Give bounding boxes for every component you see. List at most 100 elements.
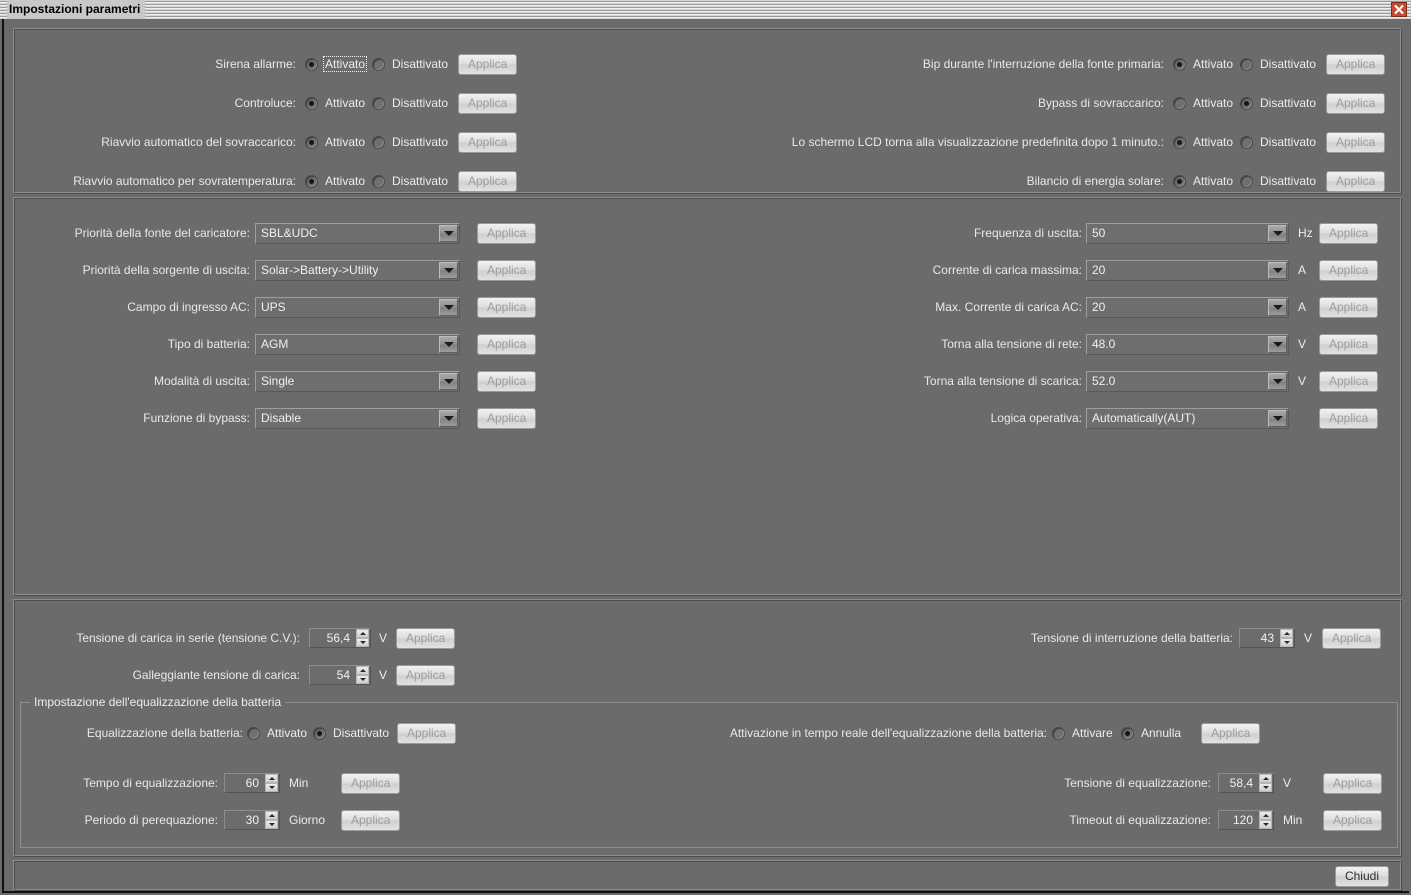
chevron-down-icon[interactable] [1268,224,1287,242]
select-left-2-combobox[interactable]: UPS [255,296,460,318]
select-right-2-combobox[interactable]: 20 [1086,296,1289,318]
toggle-left-2-on-radio-dot[interactable] [305,135,318,149]
eq-toggle-right-off-radio-dot[interactable] [1121,726,1134,740]
toggle-right-3-on-radio-dot[interactable] [1173,174,1186,188]
eq-toggle-left-off-radio-dot[interactable] [313,726,326,740]
toggle-right-1-off-radio-dot[interactable] [1240,96,1253,110]
apply-button[interactable]: Applica [1319,259,1379,281]
toggle-left-0-on-radio-dot[interactable] [305,57,318,71]
apply-button[interactable]: Applica [458,170,518,192]
apply-button[interactable]: Applica [1326,170,1386,192]
apply-button[interactable]: Applica [1326,92,1386,114]
chevron-down-icon[interactable] [439,372,458,390]
spinner-down-icon[interactable] [265,820,278,829]
chevron-down-icon[interactable] [1268,409,1287,427]
apply-button[interactable]: Applica [458,92,518,114]
eq-spin-right-1-spinner[interactable]: 120 [1218,810,1274,830]
select-left-3-combobox[interactable]: AGM [255,333,460,355]
select-right-3-combobox[interactable]: 48.0 [1086,333,1289,355]
apply-button[interactable]: Applica [1319,296,1379,318]
toggle-left-1-on-radio[interactable]: Attivato [305,95,367,111]
spinner-up-icon[interactable] [1280,629,1293,638]
toggle-right-3-off-radio-dot[interactable] [1240,174,1253,188]
select-left-1-combobox[interactable]: Solar->Battery->Utility [255,259,460,281]
eq-toggle-left-off-radio[interactable]: Disattivato [313,725,391,741]
eq-toggle-right-on-radio-dot[interactable] [1052,726,1065,740]
apply-button[interactable]: Applica [1319,222,1379,244]
toggle-left-2-off-radio[interactable]: Disattivato [372,134,450,150]
toggle-left-0-on-radio[interactable]: Attivato [305,56,368,72]
apply-button[interactable]: Applica [1319,407,1379,429]
spinner-up-icon[interactable] [1259,774,1272,783]
apply-button[interactable]: Applica [477,296,537,318]
toggle-left-3-on-radio[interactable]: Attivato [305,173,367,189]
toggle-right-1-on-radio-dot[interactable] [1173,96,1186,110]
chevron-down-icon[interactable] [439,335,458,353]
spinner-up-icon[interactable] [265,811,278,820]
apply-button[interactable]: Applica [458,131,518,153]
toggle-left-2-on-radio[interactable]: Attivato [305,134,367,150]
toggle-right-1-off-radio[interactable]: Disattivato [1240,95,1318,111]
toggle-left-1-off-radio-dot[interactable] [372,96,385,110]
spinner-down-icon[interactable] [356,638,369,647]
toggle-right-0-on-radio-dot[interactable] [1173,57,1186,71]
apply-button[interactable]: Applica [1319,333,1379,355]
toggle-left-1-on-radio-dot[interactable] [305,96,318,110]
apply-button[interactable]: Applica [1326,53,1386,75]
chevron-down-icon[interactable] [1268,372,1287,390]
select-right-4-combobox[interactable]: 52.0 [1086,370,1289,392]
toggle-left-0-off-radio[interactable]: Disattivato [372,56,450,72]
toggle-right-2-on-radio-dot[interactable] [1173,135,1186,149]
apply-button[interactable]: Applica [477,259,537,281]
spinner-down-icon[interactable] [1259,783,1272,792]
select-left-5-combobox[interactable]: Disable [255,407,460,429]
toggle-right-3-on-radio[interactable]: Attivato [1173,173,1235,189]
apply-button[interactable]: Applica [396,664,456,686]
spinner-up-icon[interactable] [1259,811,1272,820]
toggle-right-3-off-radio[interactable]: Disattivato [1240,173,1318,189]
eq-spin-left-1-spinner[interactable]: 30 [224,810,280,830]
toggle-left-1-off-radio[interactable]: Disattivato [372,95,450,111]
apply-button[interactable]: Applica [1201,722,1261,744]
eq-toggle-right-off-radio[interactable]: Annulla [1121,725,1183,741]
chevron-down-icon[interactable] [439,261,458,279]
toggle-right-2-off-radio[interactable]: Disattivato [1240,134,1318,150]
apply-button[interactable]: Applica [396,627,456,649]
chevron-down-icon[interactable] [439,224,458,242]
apply-button[interactable]: Applica [477,370,537,392]
apply-button[interactable]: Applica [1323,809,1383,831]
toggle-right-0-off-radio[interactable]: Disattivato [1240,56,1318,72]
apply-button[interactable]: Applica [1326,131,1386,153]
spinner-up-icon[interactable] [356,629,369,638]
apply-button[interactable]: Applica [1322,627,1382,649]
chevron-down-icon[interactable] [1268,298,1287,316]
apply-button[interactable]: Applica [1323,772,1383,794]
apply-button[interactable]: Applica [341,809,401,831]
apply-button[interactable]: Applica [477,222,537,244]
toggle-left-3-off-radio[interactable]: Disattivato [372,173,450,189]
toggle-left-0-off-radio-dot[interactable] [372,57,385,71]
select-left-4-combobox[interactable]: Single [255,370,460,392]
apply-button[interactable]: Applica [1319,370,1379,392]
spinner-down-icon[interactable] [1259,820,1272,829]
apply-button[interactable]: Applica [477,333,537,355]
eq-spin-left-0-spinner[interactable]: 60 [224,773,280,793]
select-right-0-combobox[interactable]: 50 [1086,222,1289,244]
apply-button[interactable]: Applica [341,772,401,794]
spinner-down-icon[interactable] [265,783,278,792]
spinner-down-icon[interactable] [1280,638,1293,647]
toggle-left-3-off-radio-dot[interactable] [372,174,385,188]
chevron-down-icon[interactable] [439,409,458,427]
close-button[interactable]: Chiudi [1334,866,1389,887]
apply-button[interactable]: Applica [397,722,457,744]
select-left-0-combobox[interactable]: SBL&UDC [255,222,460,244]
spinner-down-icon[interactable] [356,675,369,684]
toggle-left-3-on-radio-dot[interactable] [305,174,318,188]
voltage-left-1-spinner[interactable]: 54 [309,665,371,685]
eq-toggle-left-on-radio[interactable]: Attivato [247,725,309,741]
toggle-right-1-on-radio[interactable]: Attivato [1173,95,1235,111]
eq-toggle-left-on-radio-dot[interactable] [247,726,260,740]
apply-button[interactable]: Applica [477,407,537,429]
toggle-right-0-on-radio[interactable]: Attivato [1173,56,1235,72]
toggle-right-0-off-radio-dot[interactable] [1240,57,1253,71]
